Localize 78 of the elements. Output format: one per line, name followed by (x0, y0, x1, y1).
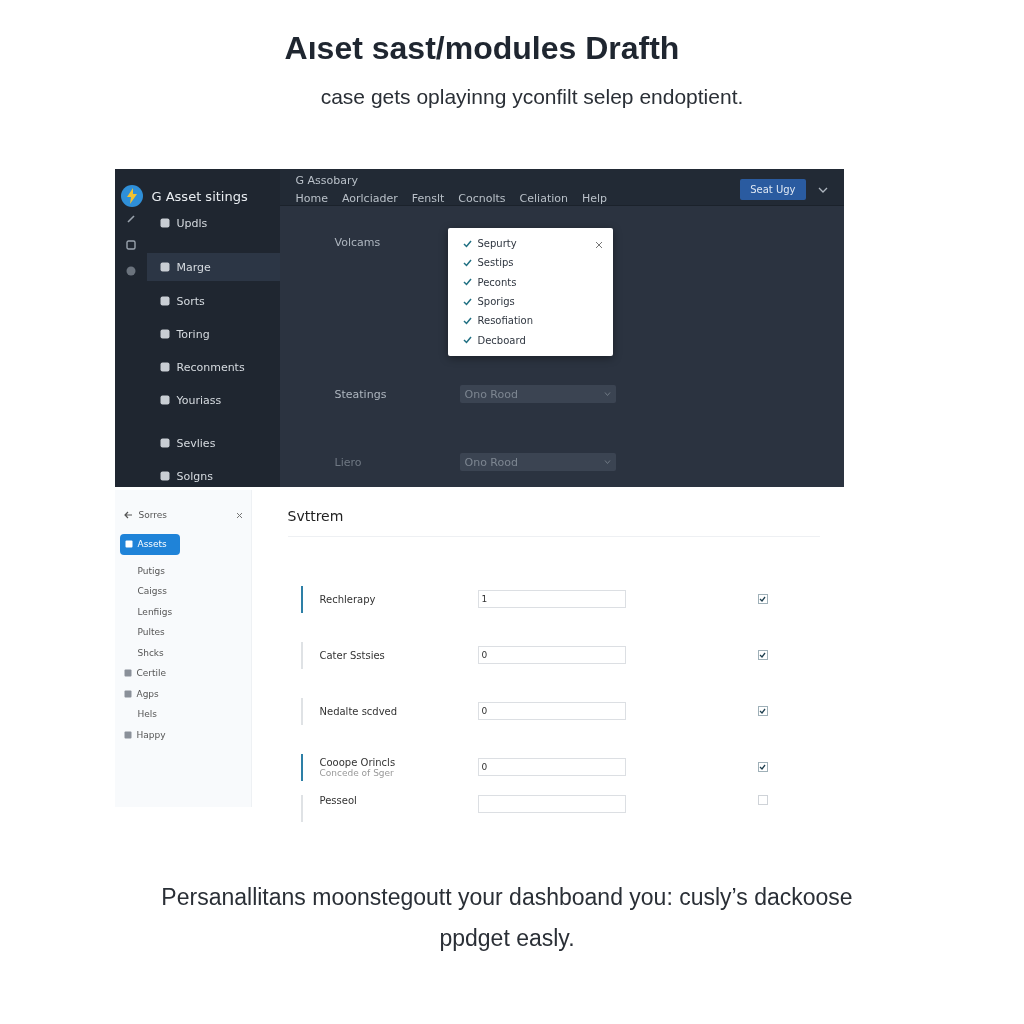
nav-link[interactable]: Cocnolts (458, 192, 506, 205)
setting-label: Cooope Orincls (319, 756, 397, 768)
chevron-down-icon[interactable] (817, 187, 828, 193)
nav-item[interactable]: Putigs (114, 560, 251, 581)
square-icon (159, 471, 170, 481)
menu-item[interactable]: Decboard (462, 330, 613, 350)
footer-text: Persanallitans moonstegoutt your dashboand you: cusly’s dackoose ppdget easly. (160, 883, 854, 953)
input-field[interactable]: 0 (477, 758, 626, 776)
square-icon (123, 689, 132, 698)
nav-item[interactable]: Certile (114, 663, 251, 684)
circle-icon[interactable] (125, 266, 136, 276)
nav-link[interactable]: Home (295, 192, 328, 205)
square-icon (159, 329, 170, 339)
checkbox[interactable] (757, 706, 768, 716)
setting-label: Cater Sstsies (319, 649, 386, 661)
nav-link[interactable]: Celiation (519, 192, 568, 205)
section-heading: Svttrem (287, 508, 820, 537)
menu-item[interactable]: Sestips (462, 253, 613, 273)
square-icon (159, 438, 170, 448)
input-field[interactable] (477, 795, 626, 813)
square-icon (159, 296, 170, 306)
sidebar-item[interactable]: Updls (146, 212, 280, 234)
close-icon[interactable] (594, 241, 603, 249)
sidebar-item[interactable]: Sevlies (146, 432, 280, 454)
input-field[interactable]: 0 (477, 702, 626, 720)
square-icon (124, 540, 133, 549)
checkbox[interactable] (757, 594, 768, 604)
nav-link[interactable]: Fenslt (411, 192, 445, 205)
nav-item[interactable]: Happy (114, 724, 251, 745)
app-name: G Asset sitings (151, 188, 248, 204)
selected-nav-item[interactable]: Assets (119, 534, 180, 555)
sidebar-item[interactable]: Marge (146, 253, 280, 281)
nav-item[interactable]: Lenfiigs (114, 601, 251, 622)
setting-description: Concede of Sger (319, 767, 395, 778)
sidebar-title: Sorres (138, 510, 167, 520)
nav-item[interactable]: Shcks (114, 642, 251, 663)
setting-label: Rechlerapy (319, 593, 377, 605)
square-icon (123, 730, 132, 739)
nav-item[interactable]: Pultes (114, 622, 251, 643)
square-icon (159, 218, 170, 228)
chevron-down-icon (603, 460, 611, 464)
nav-item[interactable]: Hels (114, 704, 251, 725)
sidebar-item[interactable]: Sorts (146, 290, 280, 312)
field-label: Volcams (333, 236, 382, 249)
close-icon[interactable] (235, 511, 243, 519)
square-icon (123, 669, 132, 678)
field-label: Steatings (333, 387, 388, 401)
menu-item[interactable]: Resofiation (462, 311, 613, 331)
nav-link[interactable]: Help (581, 192, 608, 205)
menu-item[interactable]: Sepurty (462, 234, 613, 254)
sidebar-item[interactable]: Solgns (146, 465, 280, 487)
nav-item[interactable]: Agps (114, 683, 251, 704)
checkbox[interactable] (757, 650, 768, 660)
input-field[interactable]: 0 (477, 646, 626, 664)
bolt-logo-icon (120, 185, 143, 207)
square-icon[interactable] (125, 240, 136, 250)
sidebar-item[interactable]: Youriass (146, 389, 280, 411)
sidebar-item[interactable]: Reconments (146, 356, 280, 378)
nav-link[interactable]: Aorlciader (342, 192, 398, 205)
menu-item[interactable]: Peconts (462, 272, 613, 292)
field-label: Liero (333, 455, 363, 469)
back-arrow-icon[interactable] (123, 511, 133, 519)
square-icon (159, 262, 170, 272)
chevron-down-icon (603, 392, 611, 396)
setting-label: Nedalte scdved (319, 705, 399, 717)
section-title: G Assobary (295, 174, 359, 187)
input-field[interactable]: 1 (477, 590, 626, 608)
sidebar-item[interactable]: Toring (146, 323, 280, 345)
nav-item[interactable]: Caigss (114, 581, 251, 602)
primary-button[interactable]: Seat Ugy (740, 179, 806, 200)
subtitle: case gets oplayinng yconfilt selep endoptient. (320, 85, 744, 109)
setting-label: Pesseol (319, 795, 358, 806)
checkbox[interactable] (757, 795, 768, 805)
headline: Aıset sast/modules Drafth (284, 30, 680, 67)
checkbox[interactable] (757, 762, 768, 772)
menu-item[interactable]: Sporigs (462, 291, 613, 312)
square-icon (159, 395, 170, 405)
square-icon (159, 362, 170, 372)
